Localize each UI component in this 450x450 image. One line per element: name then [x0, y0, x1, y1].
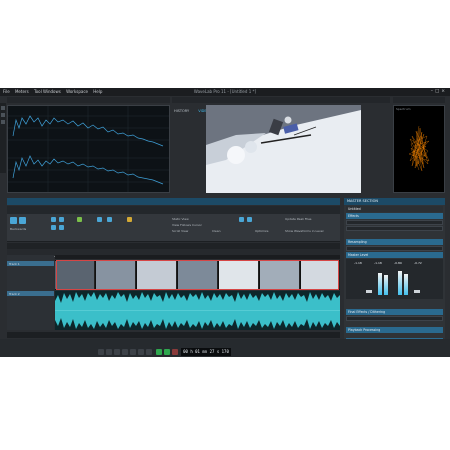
- pause-icon[interactable]: [146, 349, 152, 355]
- close-icon[interactable]: ×: [441, 89, 447, 94]
- play-position-icon[interactable]: [97, 217, 102, 222]
- rewind-icon[interactable]: [106, 349, 112, 355]
- level-value: -0.72: [414, 261, 422, 265]
- master-level-meters: -1.18 -1.18 -0.89 -0.72: [346, 259, 443, 299]
- backwards-label: Backwards: [10, 227, 27, 231]
- zoom-fit-icon[interactable]: [51, 225, 56, 230]
- master-preset[interactable]: Untitled: [346, 206, 443, 212]
- play-selection-icon[interactable]: [164, 349, 170, 355]
- stop-icon[interactable]: [138, 349, 144, 355]
- section-playback-processing[interactable]: Playback Processing: [346, 327, 443, 333]
- final-effect-slot[interactable]: [346, 316, 443, 321]
- zoom-out-icon[interactable]: [59, 217, 64, 222]
- top-mid-tabs: HISTORY VIDEO LEVEL METER LOUDNESS METER…: [172, 97, 390, 113]
- section-resampling[interactable]: Resampling: [346, 239, 443, 245]
- cursor-icon[interactable]: [77, 217, 82, 222]
- level-meter-bar: [398, 271, 402, 295]
- transport-bar: 00 h 01 mn 27 s 170 ms: [0, 339, 450, 357]
- track-2-label: Track 2: [9, 291, 20, 296]
- record-icon[interactable]: [172, 349, 178, 355]
- waveform: [55, 291, 340, 330]
- effect-slot[interactable]: [346, 226, 443, 231]
- video-track[interactable]: [55, 260, 340, 290]
- arrow-right-icon[interactable]: [19, 217, 26, 224]
- side-toolbar: [0, 103, 6, 173]
- fast-forward-icon[interactable]: [114, 349, 120, 355]
- link-icon[interactable]: [247, 217, 252, 222]
- window-title: WaveLab Pro 11 - [Untitled 1 *]: [193, 89, 257, 94]
- loop-icon[interactable]: [130, 349, 136, 355]
- fader-handle[interactable]: [414, 290, 420, 293]
- track-list: Track 1 Track 2: [7, 255, 54, 330]
- status-bar: 2 min 24 s 320 ms 1 min 54 s 882 ms (x1.…: [7, 332, 340, 348]
- level-meter-bar: [384, 275, 388, 295]
- edit-cursor-icon[interactable]: [107, 217, 112, 222]
- level-meter-bar: [404, 274, 408, 295]
- view-toolbar: Backwards Static View View Follows Curso…: [7, 214, 340, 242]
- zoom-selection-icon[interactable]: [59, 225, 64, 230]
- tab-history[interactable]: HISTORY: [172, 108, 191, 114]
- phasescope-graph: [408, 125, 430, 172]
- scroll-view-option[interactable]: Scroll View: [172, 229, 188, 233]
- effect-slot[interactable]: [346, 220, 443, 225]
- video-frame: [206, 105, 361, 193]
- level-value: -1.18: [374, 261, 382, 265]
- fader-handle[interactable]: [366, 290, 372, 293]
- ribbon-tabs: FILE VIEW EDIT INSERT PROCESS FADE ENVEL…: [7, 206, 340, 224]
- go-to-end-icon[interactable]: [122, 349, 128, 355]
- peak-icon[interactable]: [127, 217, 132, 222]
- clip-selection-frame: [56, 260, 339, 290]
- side-icon[interactable]: [1, 113, 5, 117]
- top-right-tabs: PHASESCOPE: [393, 97, 445, 113]
- static-view-option[interactable]: Static View: [172, 217, 189, 221]
- zoom-in-icon[interactable]: [51, 217, 56, 222]
- level-value: -0.89: [394, 261, 402, 265]
- go-to-start-icon[interactable]: [98, 349, 104, 355]
- resampling-slot[interactable]: [346, 246, 443, 251]
- arrow-left-icon[interactable]: [10, 217, 17, 224]
- update-peak-files-button[interactable]: Update Peak Files: [285, 217, 311, 221]
- section-effects[interactable]: Effects: [346, 213, 443, 219]
- section-master-level[interactable]: Master Level: [346, 252, 443, 258]
- master-section-title: MASTER SECTION: [344, 198, 445, 205]
- section-final-effects[interactable]: Final Effects / Dithering: [346, 309, 443, 315]
- track-1-label: Track 1: [9, 261, 20, 266]
- video-panel: [206, 105, 361, 193]
- window-controls: –□×: [431, 88, 447, 96]
- lock-icon[interactable]: [239, 217, 244, 222]
- spectrum-graph: [8, 106, 169, 192]
- timeline-ruler[interactable]: [55, 255, 340, 259]
- show-waveforms-checkbox[interactable]: Show Waveforms in Level: [285, 229, 323, 233]
- side-icon[interactable]: [1, 106, 5, 110]
- scope-label: Spectrum: [396, 107, 411, 111]
- spectrometer-panel: [7, 105, 170, 193]
- level-meter-bar: [378, 273, 382, 295]
- audio-editor-header: AUDIO EDITOR: [7, 198, 340, 214]
- audio-track[interactable]: [55, 291, 340, 330]
- time-display[interactable]: 00 h 01 mn 27 s 170 ms: [181, 348, 231, 356]
- optimize-button[interactable]: Optimize: [255, 229, 268, 233]
- view-follows-cursor-option[interactable]: View Follows Cursor: [172, 223, 202, 227]
- master-section-panel: MASTER SECTION Untitled Effects Resampli…: [344, 198, 445, 357]
- clean-button[interactable]: Clean: [212, 229, 221, 233]
- title-bar: File Meters Tool Windows Workspace Help …: [0, 88, 450, 96]
- level-value: -1.18: [354, 261, 362, 265]
- wavelab-window: File Meters Tool Windows Workspace Help …: [0, 88, 450, 357]
- phasescope-panel: Spectrum: [393, 105, 445, 193]
- side-icon[interactable]: [1, 120, 5, 124]
- play-icon[interactable]: [156, 349, 162, 355]
- top-left-tabs: PROJECT ANALYZER METADATA MARKERS CLIPS …: [7, 97, 170, 113]
